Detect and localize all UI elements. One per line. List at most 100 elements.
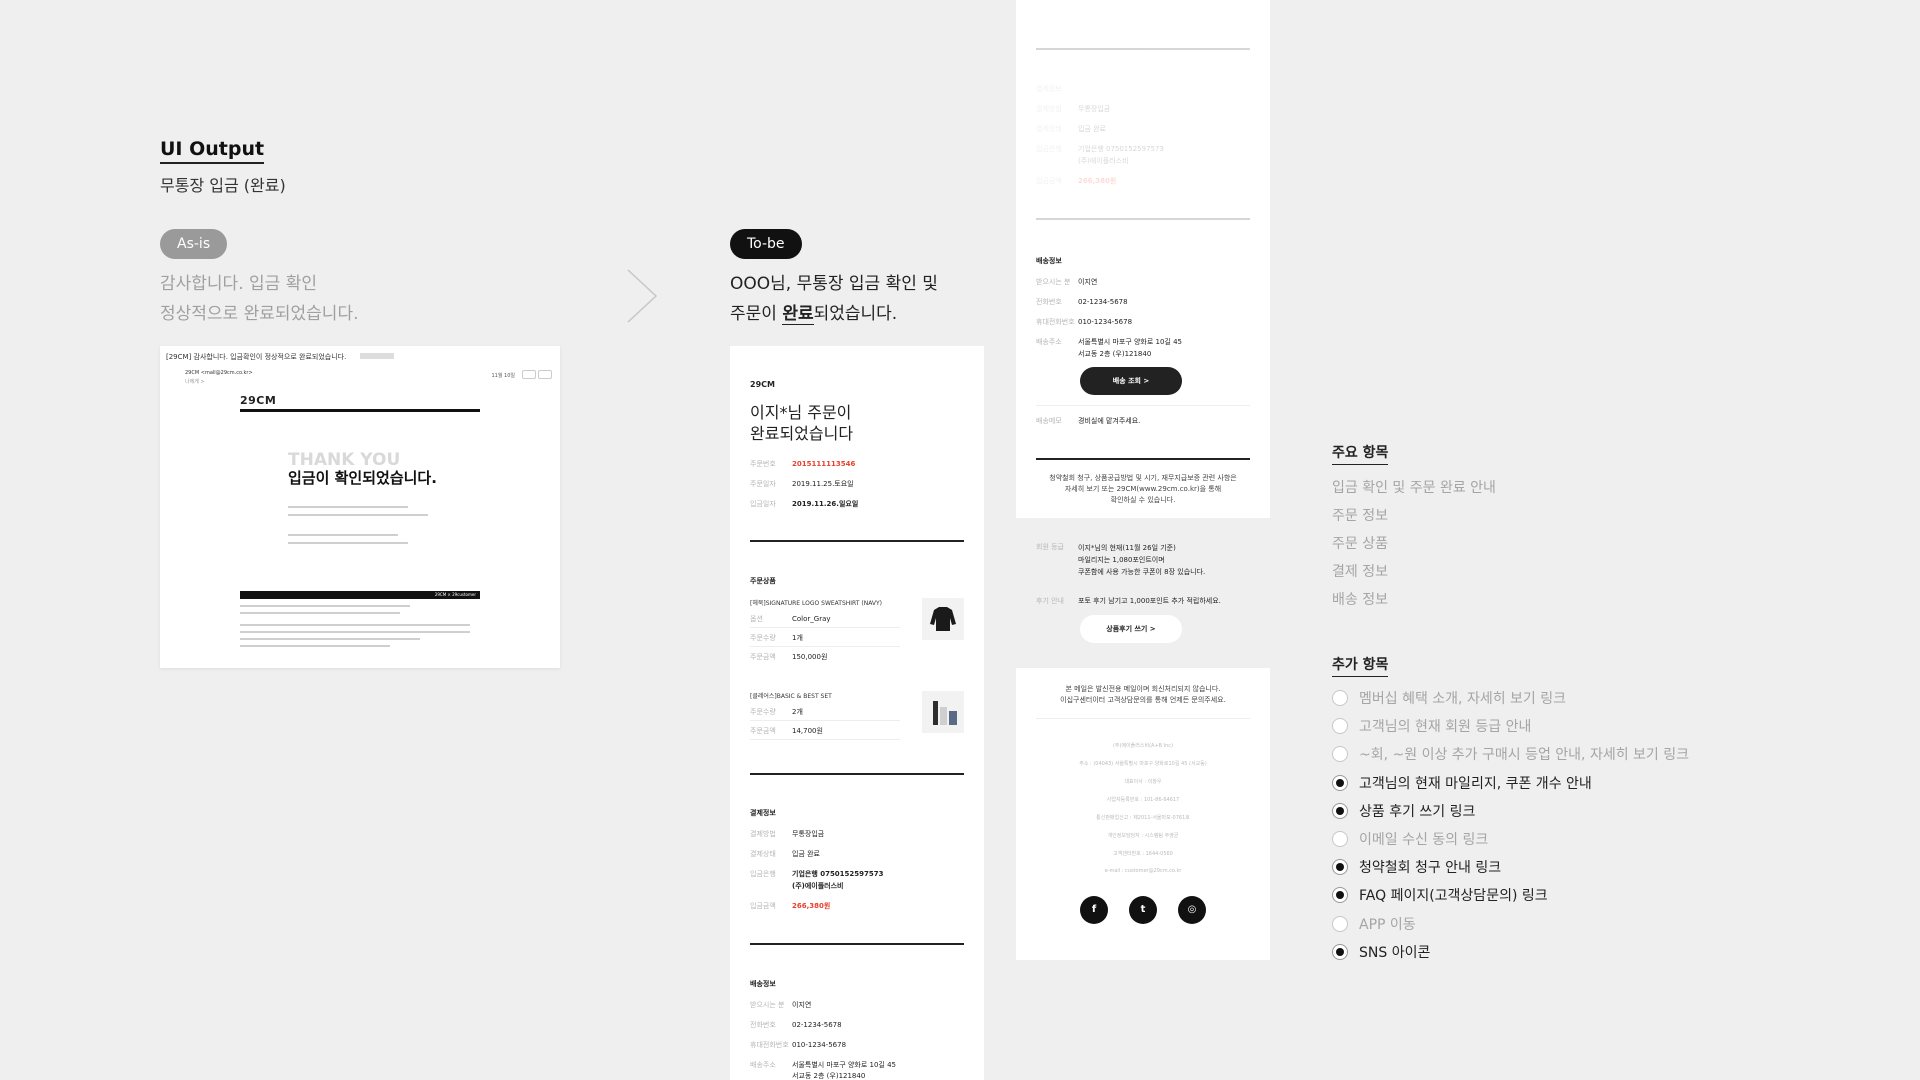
main-item: 입금 확인 및 주문 완료 안내 bbox=[1332, 480, 1496, 496]
radio-checked-icon[interactable] bbox=[1332, 887, 1348, 904]
footer-line: 개인정보담당자 : 시스템팀 주영균 bbox=[1107, 833, 1179, 839]
mail-subject: [29CM] 감사합니다. 입금확인이 정상적으로 완료되었습니다. bbox=[166, 353, 347, 361]
mail-rule bbox=[240, 409, 480, 412]
main-item: 배송 정보 bbox=[1332, 592, 1388, 608]
product-option-row: 옵션 Color_Gray bbox=[750, 615, 831, 623]
faq-link[interactable]: 이십구센터이터 고객상담문의를 통해 언제든 문의주세요. bbox=[1016, 695, 1270, 706]
radio-checked-icon[interactable] bbox=[1332, 774, 1348, 791]
extra-item-option[interactable]: FAQ 페이지(고객상담문의) 링크 bbox=[1332, 885, 1548, 905]
grade-line2: 마일리지는 1,080포인트이며 bbox=[1078, 556, 1165, 564]
mail-text-line bbox=[288, 534, 398, 536]
delivery-title: 배송정보 bbox=[750, 980, 776, 988]
main-item: 주문 상품 bbox=[1332, 536, 1388, 552]
footer-line: 사업자등록번호 : 101-86-64617 bbox=[1106, 797, 1180, 803]
mail-text-line bbox=[240, 631, 470, 633]
extra-item-label: 고객님의 현재 회원 등급 안내 bbox=[1359, 719, 1532, 736]
payment-holder-row: (주)에이플러스비 bbox=[792, 882, 844, 890]
payment-title: 결제정보 bbox=[750, 809, 776, 817]
mail-text-line bbox=[288, 506, 408, 508]
radio-unchecked-icon[interactable] bbox=[1332, 718, 1348, 735]
asis-mail-screenshot: [29CM] 감사합니다. 입금확인이 정상적으로 완료되었습니다. 29CM … bbox=[160, 346, 560, 668]
chevron-right-icon bbox=[627, 269, 658, 323]
tobe-mail-preview-bottom: 결제정보 결제방법 무통장입금 결제상태 입금 완료 입금은행 기업은행 075015… bbox=[1016, 0, 1270, 960]
policy-detail-link[interactable]: 자세히 보기 또는 29CM(www.29cm.co.kr)을 통해 bbox=[1016, 484, 1270, 495]
track-delivery-button[interactable]: 배송 조회 > bbox=[1080, 367, 1182, 395]
main-items-title: 주요 항목 bbox=[1332, 442, 1389, 465]
asis-copy: 감사합니다. 입금 확인 정상적으로 완료되었습니다. bbox=[160, 269, 359, 329]
instagram-icon[interactable]: ◎ bbox=[1178, 896, 1206, 924]
radio-checked-icon[interactable] bbox=[1332, 859, 1348, 876]
mail-text-line bbox=[240, 612, 400, 614]
faded-row: 입금금액 266,380원 bbox=[1036, 177, 1117, 185]
delivery-address-row: 배송주소 서울특별시 마포구 양화로 10길 45 bbox=[750, 1061, 896, 1069]
delivery-title: 배송정보 bbox=[1036, 257, 1062, 265]
mail-text-line bbox=[288, 514, 428, 516]
row-divider bbox=[750, 646, 900, 647]
radio-unchecked-icon[interactable] bbox=[1332, 831, 1348, 847]
mail-to: 나에게 > bbox=[185, 379, 205, 385]
write-review-button[interactable]: 상품후기 쓰기 > bbox=[1080, 615, 1182, 643]
page-title: UI Output bbox=[160, 138, 265, 164]
grade-row: 회원 등급 bbox=[1036, 543, 1064, 551]
delivery-phone-row: 전화번호 02-1234-5678 bbox=[750, 1021, 842, 1029]
row-divider bbox=[750, 720, 900, 721]
extra-item-option[interactable]: 고객님의 현재 회원 등급 안내 bbox=[1332, 716, 1531, 736]
sweatshirt-icon bbox=[930, 607, 956, 631]
footer-line: (주)에이플러스비(A+B Inc) bbox=[1112, 743, 1174, 749]
radio-checked-icon[interactable] bbox=[1332, 943, 1348, 960]
extra-items-title: 추가 항목 bbox=[1332, 654, 1389, 677]
radio-checked-icon[interactable] bbox=[1332, 802, 1348, 819]
extra-item-option[interactable]: ~회, ~원 이상 추가 구매시 등업 안내, 자세히 보기 링크 bbox=[1332, 744, 1689, 764]
extra-item-option[interactable]: 멤버십 혜택 소개, 자세히 보기 링크 bbox=[1332, 688, 1566, 708]
mail-text-line bbox=[240, 645, 390, 647]
extra-item-label: 상품 후기 쓰기 링크 bbox=[1359, 803, 1476, 820]
mail-text-line bbox=[240, 624, 470, 626]
mail-date: 11월 10일 bbox=[491, 373, 515, 379]
product-thumbnail[interactable] bbox=[922, 598, 964, 640]
mail-text-line bbox=[288, 542, 408, 544]
reply-button[interactable] bbox=[522, 370, 536, 379]
extra-item-option[interactable]: 이메일 수신 동의 링크 bbox=[1332, 829, 1488, 849]
product-price-row: 주문금액 14,700원 bbox=[750, 727, 823, 735]
radio-unchecked-icon[interactable] bbox=[1332, 746, 1348, 763]
grade-info: 이지*님의 현재(11월 26일 기준) 마일리지는 1,080포인트이며 쿠폰… bbox=[1078, 542, 1205, 578]
delivery-name-row: 받으시는 분 이지연 bbox=[1036, 278, 1098, 286]
footer-line: 고객센터번호 : 1644-0560 bbox=[1113, 851, 1173, 857]
faded-row: 결제방법 무통장입금 bbox=[1036, 105, 1111, 113]
cosmetics-icon bbox=[933, 701, 957, 725]
mail-from: 29CM <mall@29cm.co.kr> bbox=[185, 370, 253, 376]
mail-label-tag bbox=[360, 353, 394, 359]
extra-item-option[interactable]: APP 이동 bbox=[1332, 914, 1416, 934]
extra-item-label: 고객님의 현재 마일리지, 쿠폰 개수 안내 bbox=[1359, 775, 1592, 792]
tobe-copy-bold: 완료 bbox=[782, 304, 814, 325]
radio-unchecked-icon[interactable] bbox=[1332, 915, 1348, 932]
section-divider bbox=[1036, 458, 1250, 460]
delivery-name-row: 받으시는 분 이지연 bbox=[750, 1001, 812, 1009]
section-divider bbox=[1036, 218, 1250, 220]
tobe-mail-preview-top: 29CM 이지*님 주문이 완료되었습니다 주문번호 2015111113546 … bbox=[730, 346, 984, 1080]
twitter-icon[interactable]: t bbox=[1129, 896, 1157, 924]
order-date-row: 주문일자 2019.11.25.토요일 bbox=[750, 480, 854, 488]
mail-text-line bbox=[240, 605, 410, 607]
product-name: [클레어스]BASIC & BEST SET bbox=[750, 693, 832, 700]
radio-unchecked-icon[interactable] bbox=[1332, 690, 1348, 706]
extra-item-option[interactable]: SNS 아이콘 bbox=[1332, 942, 1430, 962]
extra-item-option[interactable]: 청약철회 청구 안내 링크 bbox=[1332, 857, 1501, 877]
footer-line: 대표이사 : 이창우 bbox=[1124, 779, 1162, 785]
main-item: 주문 정보 bbox=[1332, 508, 1388, 524]
review-row: 후기 안내 포토 후기 남기고 1,000포인트 추가 적립하세요. bbox=[1036, 597, 1221, 605]
benefit-box bbox=[1016, 518, 1270, 668]
product-thumbnail[interactable] bbox=[922, 691, 964, 733]
extra-item-option[interactable]: 고객님의 현재 마일리지, 쿠폰 개수 안내 bbox=[1332, 773, 1592, 793]
facebook-icon[interactable]: f bbox=[1080, 896, 1108, 924]
payment-method-row: 결제방법 무통장입금 bbox=[750, 830, 825, 838]
extra-item-label: 청약철회 청구 안내 링크 bbox=[1359, 860, 1502, 877]
faded-row: 결제상태 입금 완료 bbox=[1036, 125, 1106, 133]
headline-line2: 완료되었습니다 bbox=[750, 424, 854, 443]
order-headline: 이지*님 주문이 완료되었습니다 bbox=[750, 402, 853, 444]
grade-line3: 쿠폰함에 사용 가능한 쿠폰이 8장 있습니다. bbox=[1078, 568, 1206, 576]
order-number-row: 주문번호 2015111113546 bbox=[750, 460, 856, 468]
extra-item-option[interactable]: 상품 후기 쓰기 링크 bbox=[1332, 801, 1475, 821]
policy-line3: 확인하실 수 있습니다. bbox=[1110, 496, 1176, 504]
more-button[interactable] bbox=[538, 370, 552, 379]
